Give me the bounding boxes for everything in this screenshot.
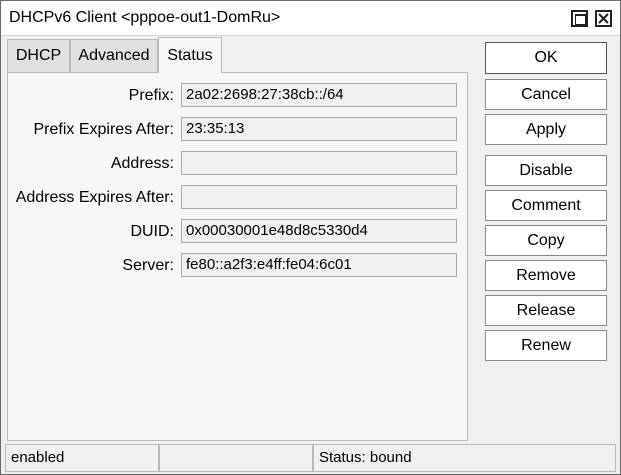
cancel-button[interactable]: Cancel — [485, 79, 607, 110]
tab-advanced[interactable]: Advanced — [70, 39, 158, 72]
ok-button[interactable]: OK — [485, 42, 607, 74]
maximize-icon[interactable] — [571, 10, 588, 27]
server-field[interactable]: fe80::a2f3:e4ff:fe04:6c01 — [181, 253, 457, 277]
prefix-expires-field[interactable]: 23:35:13 — [181, 117, 457, 141]
address-expires-label: Address Expires After: — [15, 189, 174, 206]
tab-dhcp[interactable]: DHCP — [7, 39, 70, 72]
tab-status[interactable]: Status — [158, 37, 222, 73]
remove-button[interactable]: Remove — [485, 260, 607, 291]
prefix-field[interactable]: 2a02:2698:27:38cb::/64 — [181, 83, 457, 107]
server-label: Server: — [122, 257, 174, 274]
duid-label: DUID: — [130, 223, 174, 240]
duid-field[interactable]: 0x00030001e48d8c5330d4 — [181, 219, 457, 243]
prefix-label: Prefix: — [128, 87, 174, 104]
comment-button[interactable]: Comment — [485, 190, 607, 221]
status-enabled: enabled — [5, 444, 159, 472]
close-icon[interactable] — [595, 10, 612, 27]
apply-button[interactable]: Apply — [485, 114, 607, 145]
renew-button[interactable]: Renew — [485, 330, 607, 361]
address-expires-field[interactable] — [181, 185, 457, 209]
dhcpv6-client-window: DHCPv6 Client <pppoe-out1-DomRu> DHCP Ad… — [0, 0, 621, 475]
disable-button[interactable]: Disable — [485, 155, 607, 186]
status-bar: enabled Status: bound — [5, 444, 616, 472]
copy-button[interactable]: Copy — [485, 225, 607, 256]
prefix-expires-label: Prefix Expires After: — [33, 121, 175, 138]
title-bar: DHCPv6 Client <pppoe-out1-DomRu> — [1, 1, 620, 36]
window-title: DHCPv6 Client <pppoe-out1-DomRu> — [9, 9, 281, 26]
address-field[interactable] — [181, 151, 457, 175]
status-bound: Status: bound — [313, 444, 616, 472]
release-button[interactable]: Release — [485, 295, 607, 326]
address-label: Address: — [110, 155, 174, 172]
status-middle — [159, 444, 313, 472]
